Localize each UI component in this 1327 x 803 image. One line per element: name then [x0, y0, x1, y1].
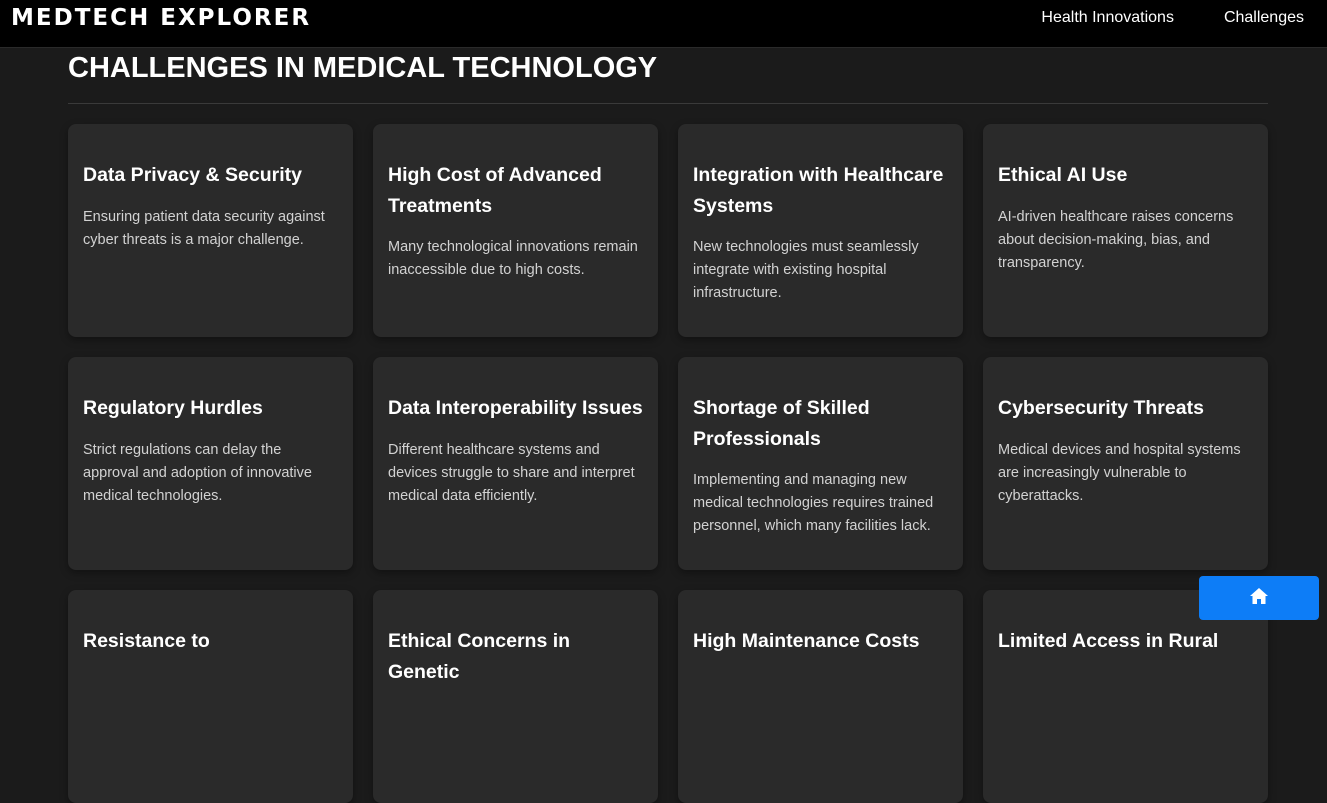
home-button[interactable]	[1199, 576, 1319, 620]
card-title: High Cost of Advanced Treatments	[388, 164, 602, 217]
card-description: Implementing and managing new medical te…	[693, 472, 934, 534]
page-title: CHALLENGES IN MEDICAL TECHNOLOGY	[68, 52, 658, 84]
card-title: Resistance to	[83, 630, 210, 652]
card-title: Regulatory Hurdles	[83, 397, 263, 419]
card-description: Many technological innovations remain in…	[388, 239, 638, 278]
challenge-card[interactable]: Resistance to	[68, 590, 353, 803]
card-title: Integration with Healthcare Systems	[693, 164, 944, 217]
challenge-card[interactable]: Regulatory Hurdles Strict regulations ca…	[68, 357, 353, 570]
card-title: High Maintenance Costs	[693, 630, 920, 652]
card-description: New technologies must seamlessly integra…	[693, 239, 919, 301]
challenge-card[interactable]: Cybersecurity Threats Medical devices an…	[983, 357, 1268, 570]
challenge-card[interactable]: Data Interoperability Issues Different h…	[373, 357, 658, 570]
card-description: Medical devices and hospital systems are…	[998, 441, 1241, 504]
challenge-card[interactable]: Ethical Concerns in Genetic	[373, 590, 658, 803]
challenge-card-grid: Data Privacy & Security Ensuring patient…	[68, 124, 1268, 803]
card-title: Ethical Concerns in Genetic	[388, 630, 571, 683]
card-description: Different healthcare systems and devices…	[388, 441, 635, 504]
card-title: Data Privacy & Security	[83, 164, 302, 186]
challenge-card[interactable]: Ethical AI Use AI-driven healthcare rais…	[983, 124, 1268, 337]
challenge-card[interactable]: High Maintenance Costs	[678, 590, 963, 803]
challenge-card[interactable]: Shortage of Skilled Professionals Implem…	[678, 357, 963, 570]
challenge-card[interactable]: Data Privacy & Security Ensuring patient…	[68, 124, 353, 337]
card-description: AI-driven healthcare raises concerns abo…	[998, 208, 1234, 271]
card-title: Data Interoperability Issues	[388, 397, 643, 419]
brand-logo-text[interactable]: MEDTECH EXPLORER	[11, 5, 311, 31]
challenge-card[interactable]: Integration with Healthcare Systems New …	[678, 124, 963, 337]
top-navbar: MEDTECH EXPLORER Health Innovations Chal…	[0, 0, 1327, 48]
card-title: Shortage of Skilled Professionals	[693, 397, 870, 450]
challenge-card[interactable]: High Cost of Advanced Treatments Many te…	[373, 124, 658, 337]
card-title: Cybersecurity Threats	[998, 397, 1204, 419]
main-nav: Health Innovations Challenges	[1041, 9, 1304, 27]
challenge-card[interactable]: Limited Access in Rural	[983, 590, 1268, 803]
nav-link-health-innovations[interactable]: Health Innovations	[1041, 9, 1174, 27]
title-divider	[68, 103, 1268, 104]
card-title: Limited Access in Rural	[998, 630, 1219, 652]
card-description: Ensuring patient data security against c…	[83, 208, 325, 248]
home-icon	[1249, 587, 1269, 610]
nav-link-challenges[interactable]: Challenges	[1224, 9, 1304, 27]
card-description: Strict regulations can delay the approva…	[83, 441, 312, 504]
card-title: Ethical AI Use	[998, 164, 1128, 186]
